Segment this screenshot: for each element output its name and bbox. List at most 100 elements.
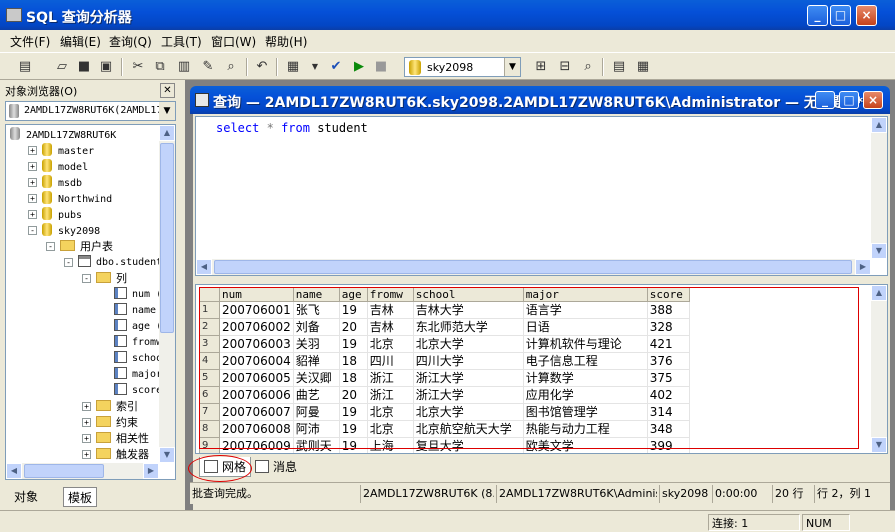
clear-icon[interactable]: ✎ [198, 57, 218, 77]
expand-icon[interactable]: + [82, 434, 91, 443]
tree-node-label: 列 [116, 272, 127, 285]
database-icon [42, 191, 52, 204]
tab-templates[interactable]: 模板 [63, 487, 98, 507]
table-icon [78, 255, 91, 267]
expand-icon[interactable]: + [28, 210, 37, 219]
expand-icon[interactable]: + [28, 194, 37, 203]
tab-messages[interactable]: 消息 [251, 457, 301, 477]
object-search-icon[interactable]: ⊟ [555, 57, 575, 77]
scroll-left-icon[interactable]: ◀ [196, 259, 212, 275]
app-icon[interactable] [6, 8, 22, 22]
status-position: 行 2，列 1 [814, 485, 888, 503]
database-icon [42, 223, 52, 236]
toolbar-separator [602, 58, 604, 76]
query-maximize-button[interactable]: □ [839, 91, 859, 109]
status-rows: 20 行 [772, 485, 812, 503]
sql-editor[interactable]: select * from student ▲ ▼ ◀ ▶ [195, 116, 888, 276]
column-icon [114, 367, 127, 379]
save-icon[interactable]: ■ [74, 57, 94, 77]
expand-icon[interactable]: + [28, 146, 37, 155]
status-numlock: NUM [802, 514, 850, 531]
menu-query[interactable]: 查询(Q) [109, 33, 152, 50]
chevron-down-icon[interactable]: ▼ [504, 58, 520, 76]
scroll-up-icon[interactable]: ▲ [871, 285, 887, 301]
stop-icon[interactable]: ■ [371, 57, 391, 77]
paste-icon[interactable]: ▥ [174, 57, 194, 77]
tree-node-label: Northwind [58, 194, 113, 205]
collapse-icon[interactable]: - [46, 242, 55, 251]
results-mode-icon[interactable]: ▦ [283, 57, 303, 77]
copy-icon[interactable]: ⧉ [150, 57, 170, 77]
database-select[interactable]: sky2098 ▼ [404, 57, 521, 77]
tree-node-label: 相关性 [116, 432, 149, 445]
tree-vertical-scrollbar[interactable]: ▲ ▼ [159, 125, 175, 463]
scroll-up-icon[interactable]: ▲ [871, 117, 887, 133]
collapse-icon[interactable]: - [82, 274, 91, 283]
expand-icon[interactable]: + [28, 162, 37, 171]
new-query-icon[interactable]: ▤ [15, 57, 35, 77]
menu-edit[interactable]: 编辑(E) [60, 33, 101, 50]
folder-icon [60, 240, 75, 251]
tree-node-label: age ( [132, 321, 163, 332]
undo-icon[interactable]: ↶ [252, 57, 272, 77]
chevron-down-icon[interactable]: ▼ [159, 102, 175, 120]
tab-objects[interactable]: 对象 [10, 487, 42, 507]
menu-window[interactable]: 窗口(W) [211, 33, 256, 50]
close-icon[interactable]: ✕ [160, 83, 175, 98]
scroll-left-icon[interactable]: ◀ [6, 463, 22, 479]
scroll-up-icon[interactable]: ▲ [159, 125, 175, 141]
scroll-right-icon[interactable]: ▶ [855, 259, 871, 275]
object-browser-icon[interactable]: ⌕ [578, 57, 598, 77]
menu-file[interactable]: 文件(F) [10, 33, 50, 50]
server-icon [9, 104, 19, 118]
collapse-icon[interactable]: - [64, 258, 73, 267]
scroll-thumb[interactable] [24, 464, 104, 478]
expand-icon[interactable]: + [82, 450, 91, 459]
parse-icon[interactable]: ✔ [326, 57, 346, 77]
query-status-bar: 批查询完成。 2AMDL17ZW8RUT6K (8.0) 2AMDL17ZW8R… [190, 482, 890, 504]
find-icon[interactable]: ⌕ [221, 57, 241, 77]
tree-node-label: model [58, 162, 89, 173]
database-select-value: sky2098 [427, 61, 474, 74]
tree-horizontal-scrollbar[interactable]: ◀ ▶ [6, 463, 159, 479]
insert-template-icon[interactable]: ▣ [96, 57, 116, 77]
scroll-thumb[interactable] [214, 260, 852, 274]
tab-objects-label: 对象 [14, 490, 39, 504]
expand-icon[interactable]: + [28, 178, 37, 187]
menu-help[interactable]: 帮助(H) [265, 33, 307, 50]
open-icon[interactable]: ▱ [52, 57, 72, 77]
messages-icon [255, 460, 269, 473]
tree-node-label: score [132, 385, 163, 396]
show-plan-icon[interactable]: ⊞ [531, 57, 551, 77]
query-minimize-button[interactable]: _ [815, 91, 835, 109]
expand-icon[interactable]: + [82, 418, 91, 427]
expand-icon[interactable]: + [82, 402, 91, 411]
server-select[interactable]: 2AMDL17ZW8RUT6K(2AMDL17ZW8RUT6K\Administ… [5, 101, 176, 121]
scroll-down-icon[interactable]: ▼ [871, 437, 887, 453]
column-icon [114, 287, 127, 299]
properties-icon[interactable]: ▤ [609, 57, 629, 77]
execute-icon[interactable]: ▶ [349, 57, 369, 77]
results-vertical-scrollbar[interactable]: ▲ ▼ [871, 285, 887, 453]
status-database: sky2098 [659, 485, 710, 503]
close-button[interactable]: × [856, 5, 877, 26]
cut-icon[interactable]: ✂ [128, 57, 148, 77]
editor-vertical-scrollbar[interactable]: ▲ ▼ [871, 117, 887, 259]
chevron-down-icon[interactable]: ▼ [305, 57, 325, 77]
scroll-right-icon[interactable]: ▶ [143, 463, 159, 479]
maximize-button[interactable]: □ [830, 5, 851, 26]
collapse-icon[interactable]: - [28, 226, 37, 235]
minimize-button[interactable]: _ [807, 5, 828, 26]
tree-node-label: name [132, 305, 157, 316]
results-tabs: 网格 消息 [195, 456, 888, 480]
scroll-down-icon[interactable]: ▼ [871, 243, 887, 259]
query-close-button[interactable]: × [863, 91, 883, 109]
scroll-down-icon[interactable]: ▼ [159, 447, 175, 463]
scroll-thumb[interactable] [160, 143, 174, 333]
pane-splitter[interactable] [195, 276, 888, 284]
editor-horizontal-scrollbar[interactable]: ◀ ▶ [196, 259, 871, 275]
toolbar-separator [246, 58, 248, 76]
menu-tools[interactable]: 工具(T) [161, 33, 202, 50]
query-window-icon[interactable] [195, 93, 209, 107]
results-pane-icon[interactable]: ▦ [633, 57, 653, 77]
